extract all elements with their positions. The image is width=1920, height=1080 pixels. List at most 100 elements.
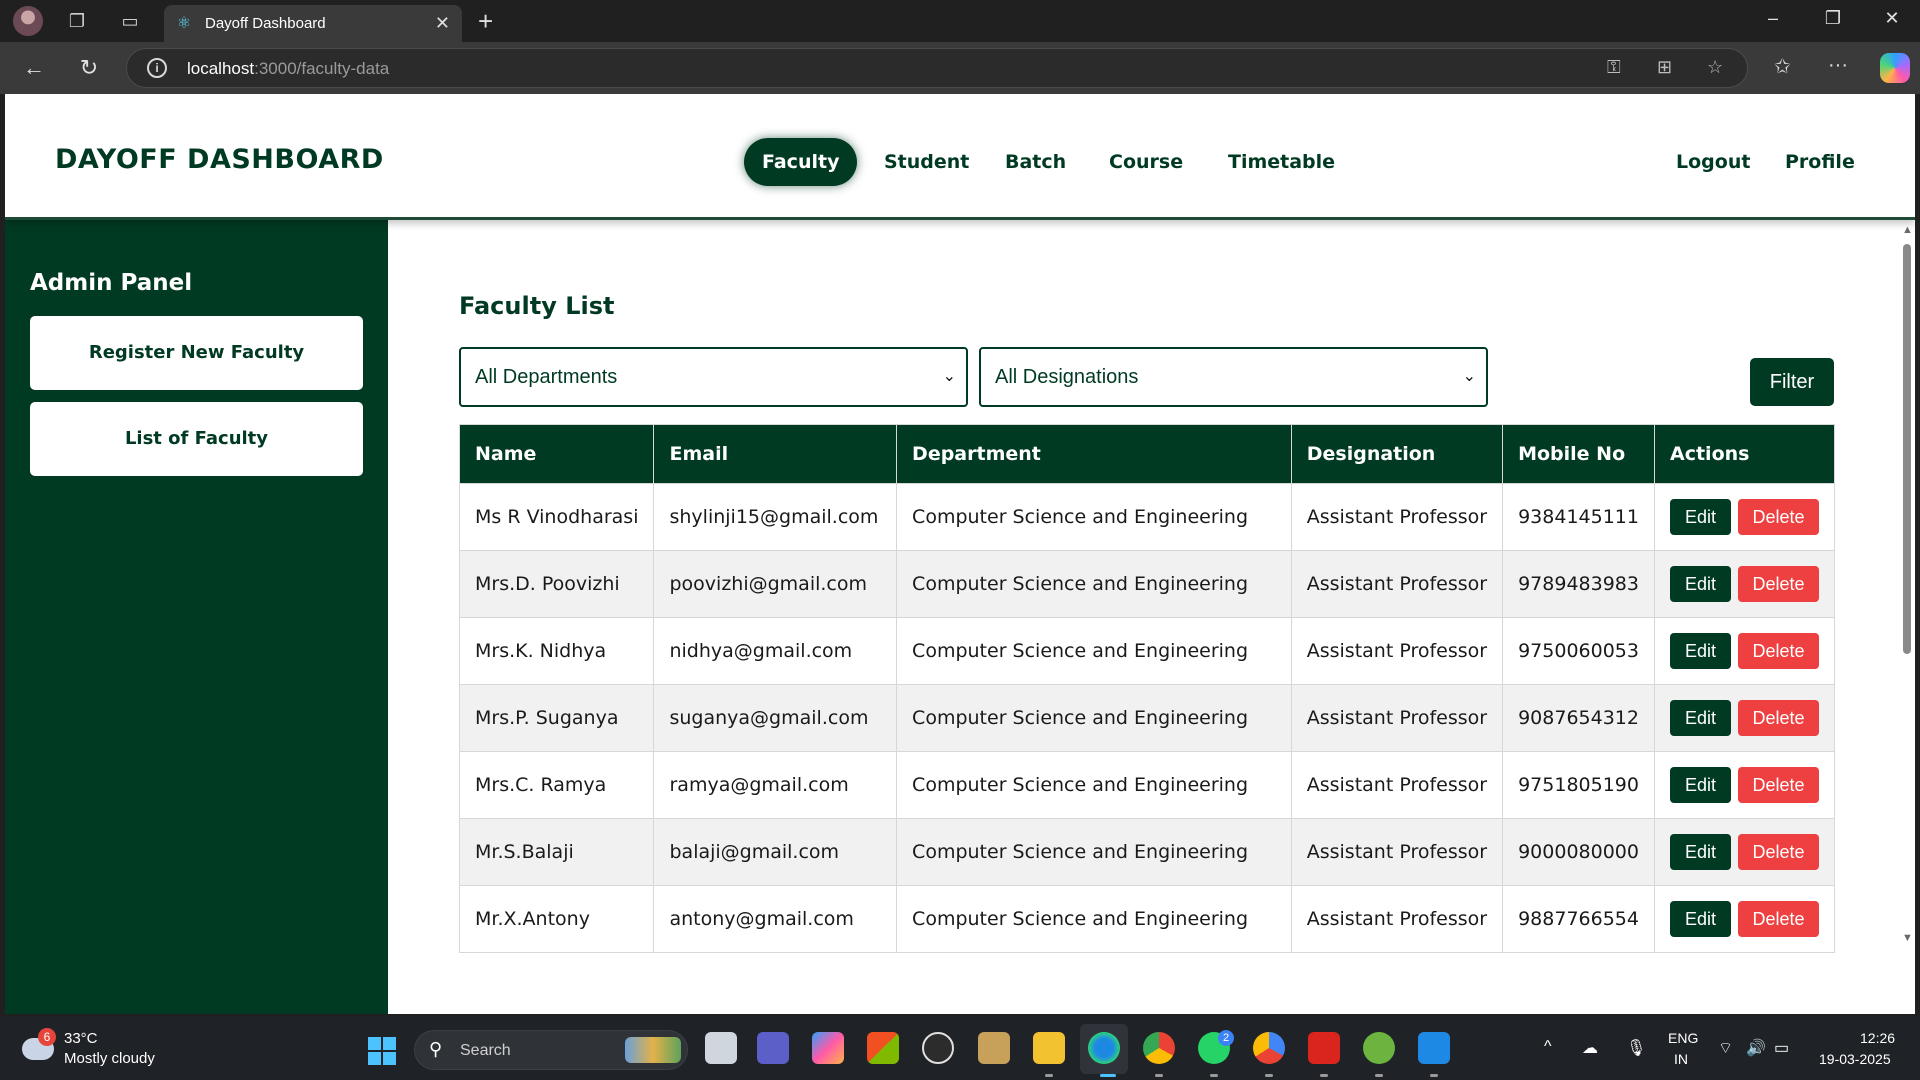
battery-icon[interactable]: ▭ [1774,1038,1789,1058]
cell-designation: Assistant Professor [1290,684,1504,752]
cell-department: Computer Science and Engineering [896,550,1292,618]
restore-icon[interactable]: ❐ [1813,8,1853,29]
favorite-star-icon[interactable]: ☆ [1707,57,1723,78]
nav-batch[interactable]: Batch [987,138,1084,186]
back-icon[interactable]: ← [20,54,48,82]
logout-link[interactable]: Logout [1658,138,1768,186]
page-scrollbar[interactable]: ▲ ▼ [1898,220,1915,1014]
dell-icon[interactable] [922,1032,954,1064]
onedrive-icon[interactable]: ☁ [1582,1038,1598,1058]
chrome-profile-icon[interactable] [1253,1032,1285,1064]
browser-tab[interactable]: ⚛ Dayoff Dashboard ✕ [164,5,462,42]
spring-tool-icon[interactable] [1363,1032,1395,1064]
department-select[interactable]: All Departments ⌄ [459,347,968,407]
window-close-icon[interactable]: ✕ [1872,8,1912,29]
teams-icon[interactable] [757,1032,789,1064]
site-info-icon[interactable]: i [147,58,167,78]
running-indicator [1320,1074,1328,1077]
weather-description[interactable]: Mostly cloudy [64,1050,155,1067]
nav-student[interactable]: Student [866,138,987,186]
cell-designation: Assistant Professor [1290,483,1504,551]
running-indicator [1375,1074,1383,1077]
edit-button[interactable]: Edit [1670,834,1731,870]
clock-date[interactable]: 19-03-2025 [1819,1051,1891,1067]
scroll-down-arrow-icon[interactable]: ▼ [1902,932,1913,944]
delete-button[interactable]: Delete [1738,633,1819,669]
whatsapp-badge: 2 [1218,1030,1234,1046]
show-hidden-icons-chevron-icon[interactable]: ^ [1544,1038,1552,1056]
search-label: Search [460,1042,511,1059]
task-view-icon[interactable] [705,1032,737,1064]
edit-button[interactable]: Edit [1670,700,1731,736]
designation-select[interactable]: All Designations ⌄ [979,347,1488,407]
wifi-icon[interactable]: ⌔ [1718,1038,1733,1058]
browser-tab-bar: ❐ ▭ ⚛ Dayoff Dashboard ✕ + – ❐ ✕ [0,0,1920,42]
cell-actions: Edit Delete [1654,550,1835,618]
edit-button[interactable]: Edit [1670,767,1731,803]
edit-button[interactable]: Edit [1670,633,1731,669]
url-field[interactable]: i localhost:3000/faculty-data ⚿ ⊞ ☆ [126,48,1748,88]
acrobat-icon[interactable] [1308,1032,1340,1064]
collections-icon[interactable]: ❐ [64,8,90,34]
list-of-faculty-button[interactable]: List of Faculty [30,402,363,476]
refresh-icon[interactable]: ↻ [75,54,103,82]
edge-icon[interactable] [1088,1032,1120,1064]
delete-button[interactable]: Delete [1738,566,1819,602]
key-icon[interactable]: ⚿ [1607,57,1621,78]
edit-button[interactable]: Edit [1670,499,1731,535]
browser-profile-avatar[interactable] [13,6,43,36]
store-icon[interactable] [867,1032,899,1064]
register-new-faculty-button[interactable]: Register New Faculty [30,316,363,390]
running-indicator [1045,1074,1053,1077]
copilot-app-icon[interactable] [812,1032,844,1064]
edit-button[interactable]: Edit [1670,566,1731,602]
address-bar-row: ← ↻ i localhost:3000/faculty-data ⚿ ⊞ ☆ … [0,42,1920,94]
profile-link[interactable]: Profile [1767,138,1873,186]
app-available-icon[interactable]: ⊞ [1657,57,1672,78]
delete-button[interactable]: Delete [1738,901,1819,937]
minimize-icon[interactable]: – [1753,8,1793,29]
cell-designation: Assistant Professor [1290,885,1504,953]
react-favicon-icon: ⚛ [176,15,192,32]
edit-button[interactable]: Edit [1670,901,1731,937]
volume-icon[interactable]: 🔊 [1746,1038,1766,1058]
favorites-icon[interactable]: ✩ [1774,54,1791,79]
new-tab-icon[interactable]: + [478,6,493,37]
delete-button[interactable]: Delete [1738,499,1819,535]
chevron-down-icon: ⌄ [942,368,956,385]
nav-faculty[interactable]: Faculty [744,138,858,186]
running-indicator [1155,1074,1163,1077]
photo-app-icon[interactable] [978,1032,1010,1064]
running-indicator [1430,1074,1438,1077]
cell-mobile: 9750060053 [1502,617,1655,685]
weather-temperature[interactable]: 33°C [64,1030,98,1047]
language-indicator[interactable]: ENG [1668,1030,1698,1046]
start-windows-icon[interactable] [368,1037,396,1065]
file-explorer-icon[interactable] [1033,1032,1065,1064]
running-indicator [1210,1074,1218,1077]
nav-course[interactable]: Course [1091,138,1201,186]
delete-button[interactable]: Delete [1738,834,1819,870]
cell-mobile: 9087654312 [1502,684,1655,752]
vscode-icon[interactable] [1418,1032,1450,1064]
microphone-icon[interactable]: 🎙 [1626,1038,1646,1058]
column-header-designation: Designation [1290,424,1504,484]
nav-timetable[interactable]: Timetable [1210,138,1353,186]
delete-button[interactable]: Delete [1738,700,1819,736]
tab-close-icon[interactable]: ✕ [435,13,450,34]
copilot-icon[interactable] [1880,53,1910,83]
clock-time[interactable]: 12:26 [1860,1030,1895,1046]
filter-button[interactable]: Filter [1750,358,1834,406]
cell-actions: Edit Delete [1654,483,1835,551]
column-header-department: Department [896,424,1292,484]
taskbar-search[interactable]: ⚲ Search [414,1030,688,1070]
cell-department: Computer Science and Engineering [896,751,1292,819]
cell-actions: Edit Delete [1654,885,1835,953]
scroll-thumb[interactable] [1903,244,1911,654]
more-menu-icon[interactable]: ··· [1828,54,1848,77]
language-region[interactable]: IN [1674,1051,1688,1067]
chrome-icon[interactable] [1143,1032,1175,1064]
tab-actions-icon[interactable]: ▭ [117,8,143,34]
scroll-up-arrow-icon[interactable]: ▲ [1902,224,1913,236]
delete-button[interactable]: Delete [1738,767,1819,803]
